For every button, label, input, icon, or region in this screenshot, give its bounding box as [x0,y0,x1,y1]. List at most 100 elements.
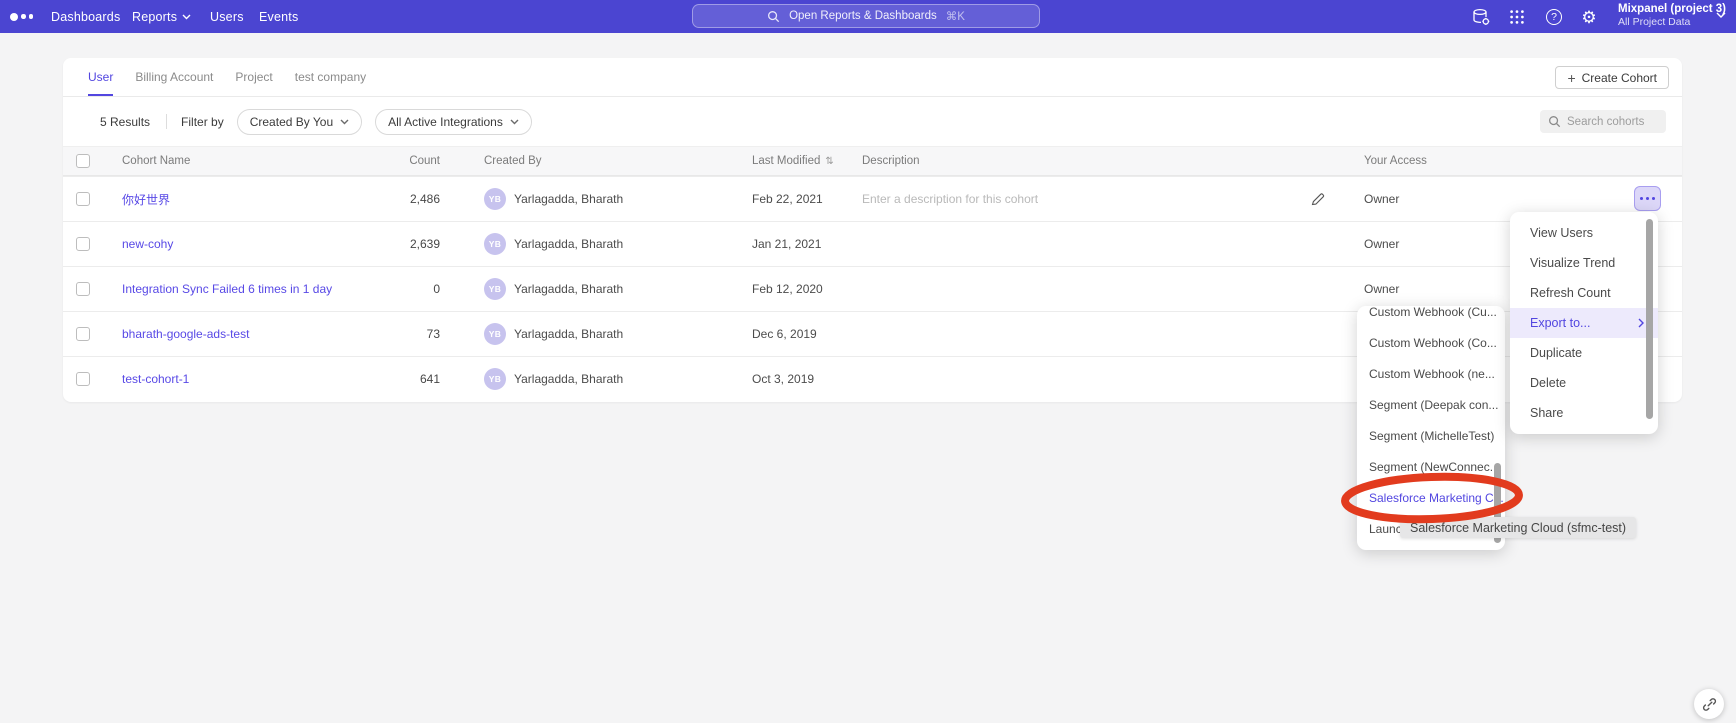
filter-by-label: Filter by [181,115,224,129]
cohort-name-link[interactable]: new-cohy [122,222,173,266]
filter-label: All Active Integrations [388,115,503,129]
tab-billing-account[interactable]: Billing Account [135,58,213,96]
nav-item-dashboards[interactable]: Dashboards [51,0,120,33]
chevron-right-icon [1638,318,1644,328]
header-count: Count [340,147,440,175]
header-last-modified[interactable]: Last Modified ⇅ [752,147,834,175]
cohort-name-link[interactable]: bharath-google-ads-test [122,312,249,356]
menu-item-label: Visualize Trend [1530,256,1615,270]
tab-user[interactable]: User [88,58,113,96]
nav-item-reports[interactable]: Reports [132,0,191,33]
menu-item-label: Salesforce Marketing C... [1369,491,1504,505]
hover-tooltip: Salesforce Marketing Cloud (sfmc-test) [1400,517,1636,538]
last-modified-date: Dec 6, 2019 [752,312,817,356]
menu-item-label: Custom Webhook (Co... [1369,336,1497,350]
export-to-submenu: Custom Webhook (Cu... Custom Webhook (Co… [1357,306,1505,550]
data-management-icon[interactable] [1470,6,1492,28]
filter-label: Created By You [250,115,333,129]
last-modified-date: Oct 3, 2019 [752,357,814,401]
chevron-down-icon [510,119,519,125]
share-link-button[interactable] [1694,689,1724,719]
cohort-count: 2,486 [340,177,440,221]
global-search-placeholder: Open Reports & Dashboards [789,10,937,22]
header-label: Last Modified [752,155,820,167]
menu-item-export-to[interactable]: Export to... [1510,308,1658,338]
cohorts-toolbar: 5 Results Filter by Created By You All A… [63,97,1682,146]
sort-icon: ⇅ [825,156,833,167]
search-cohorts-box[interactable] [1540,110,1666,133]
menu-scrollbar-thumb[interactable] [1646,219,1653,419]
header-description: Description [862,147,1292,175]
edit-description-pencil-icon[interactable] [1310,177,1326,221]
menu-item-visualize-trend[interactable]: Visualize Trend [1510,248,1658,278]
help-icon[interactable]: ? [1543,6,1565,28]
select-all-checkbox[interactable] [76,154,90,168]
nav-item-label: Users [210,10,244,24]
nav-item-label: Events [259,10,298,24]
menu-item-label: Duplicate [1530,346,1582,360]
export-option-segment-3[interactable]: Segment (NewConnec... [1357,451,1505,482]
nav-item-label: Reports [132,10,177,24]
settings-gear-icon[interactable]: ⚙ [1578,6,1600,28]
row-checkbox[interactable] [76,282,90,296]
export-option-segment-1[interactable]: Segment (Deepak con... [1357,389,1505,420]
project-selector[interactable]: Mixpanel (project 3) All Project Data [1618,3,1726,28]
mixpanel-logo[interactable] [10,0,33,33]
row-checkbox[interactable] [76,237,90,251]
menu-item-duplicate[interactable]: Duplicate [1510,338,1658,368]
cohort-count: 73 [340,312,440,356]
menu-item-delete[interactable]: Delete [1510,368,1658,398]
chevron-down-icon [182,14,191,20]
cohort-name-link[interactable]: Integration Sync Failed 6 times in 1 day [122,267,332,311]
menu-item-share[interactable]: Share [1510,398,1658,428]
cohort-count: 641 [340,357,440,401]
search-cohorts-input[interactable] [1567,116,1657,128]
integrations-filter[interactable]: All Active Integrations [375,109,532,135]
avatar: YB [484,368,506,390]
dot [1640,197,1644,201]
cohort-type-tabs: User Billing Account Project test compan… [63,58,1682,97]
export-option-custom-webhook-1[interactable]: Custom Webhook (Cu... [1357,306,1505,327]
tab-project[interactable]: Project [235,58,272,96]
menu-item-label: Refresh Count [1530,286,1611,300]
top-nav: Dashboards Reports Users Events Open Rep… [0,0,1736,33]
export-options-list: Custom Webhook (Cu... Custom Webhook (Co… [1357,306,1505,544]
menu-item-label: Share [1530,406,1563,420]
search-icon [1548,115,1561,128]
access-level: Owner [1364,177,1399,221]
row-actions-button[interactable] [1634,186,1661,211]
table-row: new-cohy 2,639 YB Yarlagadda, Bharath Ja… [63,221,1682,266]
creator-name: Yarlagadda, Bharath [514,312,623,356]
row-checkbox[interactable] [76,327,90,341]
question-mark-icon: ? [1546,9,1562,25]
menu-item-refresh-count[interactable]: Refresh Count [1510,278,1658,308]
menu-item-label: Export to... [1530,316,1590,330]
cohort-name-link[interactable]: test-cohort-1 [122,357,189,401]
logo-dot [29,14,34,19]
project-chevron-down-icon[interactable] [1716,12,1726,19]
tab-test-company[interactable]: test company [295,58,366,96]
last-modified-date: Feb 22, 2021 [752,177,823,221]
description-field[interactable]: Enter a description for this cohort [862,177,1292,221]
cohort-count: 0 [340,267,440,311]
menu-item-view-users[interactable]: View Users [1510,218,1658,248]
export-option-custom-webhook-2[interactable]: Custom Webhook (Co... [1357,327,1505,358]
create-cohort-label: Create Cohort [1582,71,1657,85]
header-cohort-name: Cohort Name [122,147,190,175]
export-option-segment-2[interactable]: Segment (MichelleTest) [1357,420,1505,451]
create-cohort-button[interactable]: + Create Cohort [1555,66,1669,89]
cohort-name-link[interactable]: 你好世界 [122,177,170,221]
nav-item-events[interactable]: Events [259,0,298,33]
apps-grid-icon[interactable] [1506,6,1528,28]
export-option-custom-webhook-3[interactable]: Custom Webhook (ne... [1357,358,1505,389]
grid-dots-icon [1508,8,1526,26]
created-by-filter[interactable]: Created By You [237,109,362,135]
export-option-salesforce-marketing-cloud[interactable]: Salesforce Marketing C... [1357,482,1505,513]
access-level: Owner [1364,222,1399,266]
logo-dot [10,13,18,21]
row-checkbox[interactable] [76,372,90,386]
nav-item-users[interactable]: Users [210,0,244,33]
row-checkbox[interactable] [76,192,90,206]
global-search-bar[interactable]: Open Reports & Dashboards ⌘K [692,4,1040,28]
dot [1652,197,1656,201]
